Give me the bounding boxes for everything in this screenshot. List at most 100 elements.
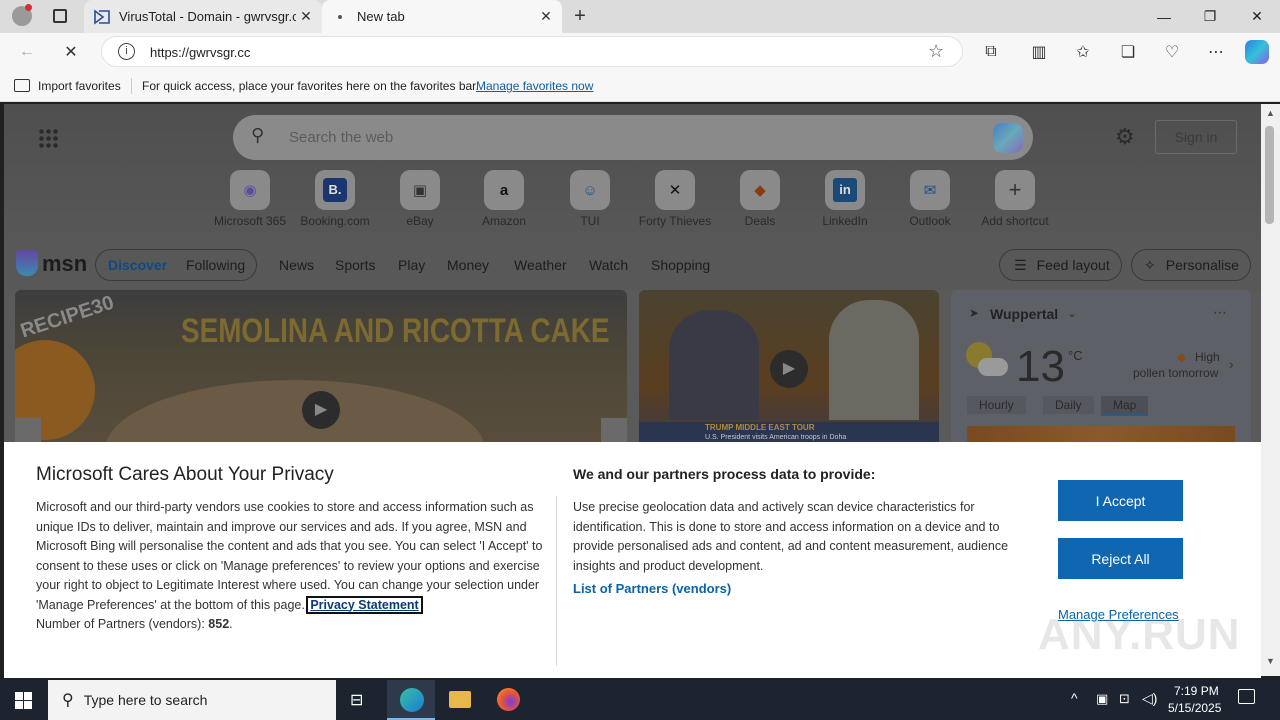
plus-icon: + [995, 170, 1035, 210]
tray-chevron-icon[interactable]: ^ [1071, 690, 1078, 706]
partners-count: 852 [208, 617, 230, 631]
msn-logo-icon[interactable] [16, 250, 38, 276]
copilot-search-icon[interactable] [993, 123, 1023, 153]
weather-tab-map[interactable]: Map [1101, 396, 1149, 416]
settings-gear-icon[interactable]: ⚙ [1115, 124, 1135, 150]
shortcut-booking[interactable]: B. Booking.com [293, 170, 377, 228]
partners-list-link[interactable]: List of Partners (vendors) [573, 581, 731, 596]
taskbar-search-placeholder: Type here to search [83, 692, 208, 708]
favorites-icon[interactable]: ✩ [1068, 37, 1098, 67]
task-view-icon[interactable]: ⊟ [350, 690, 363, 710]
weather-card[interactable]: ➤ Wuppertal ⌄ ⋯ 13 °C ◆ High pollen tomo… [951, 290, 1251, 450]
feed-layout-button[interactable]: ☰ Feed layout [999, 249, 1122, 281]
shortcut-microsoft365[interactable]: ◉ Microsoft 365 [208, 170, 292, 228]
nav-weather[interactable]: Weather [514, 257, 567, 273]
sign-in-button[interactable]: Sign in [1155, 120, 1237, 154]
scroll-down-icon[interactable]: ▼ [1266, 656, 1275, 666]
partly-cloudy-icon [966, 342, 1008, 384]
site-info-icon[interactable]: i [118, 43, 135, 60]
close-window-button[interactable]: ✕ [1234, 0, 1280, 33]
file-explorer-icon[interactable] [449, 691, 471, 708]
volume-icon[interactable]: ◁) [1142, 690, 1157, 707]
nav-news[interactable]: News [279, 257, 314, 273]
shortcut-add[interactable]: + Add shortcut [973, 170, 1057, 228]
import-favorites-link[interactable]: Import favorites [38, 79, 121, 93]
tab-close-icon[interactable]: ✕ [536, 7, 556, 27]
back-button[interactable]: ← [12, 37, 42, 67]
shortcut-deals[interactable]: ◆ Deals [718, 170, 802, 228]
clock-time[interactable]: 7:19 PM [1174, 684, 1219, 698]
chevron-down-icon[interactable]: ⌄ [1067, 306, 1077, 320]
taskbar-search[interactable]: ⚲ Type here to search [48, 680, 336, 720]
nav-money[interactable]: Money [447, 257, 489, 273]
search-box[interactable]: ⚲ Search the web [233, 115, 1033, 160]
scroll-thumb[interactable] [1265, 126, 1274, 224]
import-favorites-icon[interactable] [14, 79, 30, 92]
split-screen-icon[interactable]: ▥ [1024, 37, 1054, 67]
shortcut-label: Outlook [909, 214, 951, 228]
chevron-right-icon[interactable]: › [1229, 356, 1234, 372]
restore-button[interactable]: ❐ [1187, 0, 1233, 33]
browser-essentials-icon[interactable]: ♡ [1157, 37, 1187, 67]
notifications-icon[interactable] [1238, 689, 1255, 704]
shortcut-ebay[interactable]: ▣ eBay [378, 170, 462, 228]
play-icon[interactable]: ▶ [770, 350, 808, 388]
nav-sports[interactable]: Sports [335, 257, 375, 273]
stop-loading-button[interactable]: ✕ [56, 37, 86, 67]
microsoft365-icon: ◉ [230, 170, 270, 210]
tab-close-icon[interactable]: ✕ [296, 7, 316, 27]
weather-tab-daily[interactable]: Daily [1043, 396, 1094, 414]
clock-date[interactable]: 5/15/2025 [1168, 701, 1221, 715]
more-menu-icon[interactable]: ⋯ [1201, 37, 1231, 67]
shortcut-label: Microsoft 365 [213, 214, 287, 228]
shortcut-forty-thieves[interactable]: ✕ Forty Thieves [633, 170, 717, 228]
tray-device-icon[interactable]: ▣ [1096, 691, 1108, 707]
hero-card[interactable]: RECIPE30 SEMOLINA AND RICOTTA CAKE ▶ [15, 290, 627, 450]
weather-tab-hourly[interactable]: Hourly [967, 396, 1026, 414]
favorite-star-icon[interactable]: ☆ [928, 41, 944, 62]
msn-logo-text[interactable]: msn [42, 251, 87, 277]
shortcut-amazon[interactable]: a Amazon [462, 170, 546, 228]
tab-new-tab[interactable]: New tab ✕ [322, 0, 562, 33]
app-launcher-icon[interactable] [38, 128, 58, 148]
swords-icon: ✕ [655, 170, 695, 210]
windows-start-icon[interactable] [15, 692, 32, 709]
nav-watch[interactable]: Watch [589, 257, 628, 273]
page-scrollbar[interactable]: ▲ ▼ [1261, 104, 1280, 676]
firefox-icon[interactable] [497, 688, 520, 711]
cake-image [105, 380, 485, 450]
nav-following[interactable]: Following [186, 257, 245, 273]
reject-all-button[interactable]: Reject All [1058, 538, 1183, 579]
shortcut-label: eBay [406, 214, 434, 228]
collections-icon[interactable]: ❏ [1113, 37, 1143, 67]
extensions-icon[interactable]: ⧉ [976, 37, 1006, 67]
privacy-statement-link[interactable]: Privacy Statement [306, 595, 423, 614]
shortcut-label: Amazon [481, 214, 527, 228]
manage-favorites-link[interactable]: Manage favorites now [476, 79, 593, 93]
tab-virustotal[interactable]: VirusTotal - Domain - gwrvsgr.cc ✕ [84, 0, 322, 33]
tab-actions-icon[interactable] [53, 9, 67, 23]
shortcut-outlook[interactable]: ✉ Outlook [888, 170, 972, 228]
news-card[interactable]: ▶ TRUMP MIDDLE EAST TOUR U.S. President … [639, 290, 939, 450]
personalise-button[interactable]: ✧ Personalise [1131, 249, 1251, 281]
navigation-bar: ← ✕ i https://gwrvsgr.cc ☆ ⧉ ▥ ✩ ❏ ♡ ⋯ [0, 33, 1280, 70]
copilot-icon[interactable] [1245, 40, 1269, 64]
address-bar[interactable]: i https://gwrvsgr.cc ☆ [101, 36, 963, 67]
edge-taskbar-icon[interactable] [387, 680, 435, 720]
network-icon[interactable]: ⊡ [1119, 691, 1130, 707]
news-banner-title: TRUMP MIDDLE EAST TOUR [705, 423, 815, 432]
accept-button[interactable]: I Accept [1058, 480, 1183, 521]
shortcut-label: Deals [744, 214, 776, 228]
scroll-up-icon[interactable]: ▲ [1266, 108, 1275, 118]
nav-discover[interactable]: Discover [108, 257, 167, 273]
play-icon[interactable]: ▶ [302, 391, 340, 429]
shortcut-linkedin[interactable]: in LinkedIn [803, 170, 887, 228]
nav-play[interactable]: Play [398, 257, 425, 273]
more-options-icon[interactable]: ⋯ [1213, 304, 1227, 321]
shortcut-tui[interactable]: ☺ TUI [548, 170, 632, 228]
nav-shopping[interactable]: Shopping [651, 257, 710, 273]
profile-icon[interactable] [12, 4, 32, 26]
minimize-button[interactable]: — [1141, 0, 1187, 33]
new-tab-button[interactable]: + [568, 4, 592, 28]
weather-location[interactable]: Wuppertal [990, 306, 1058, 322]
